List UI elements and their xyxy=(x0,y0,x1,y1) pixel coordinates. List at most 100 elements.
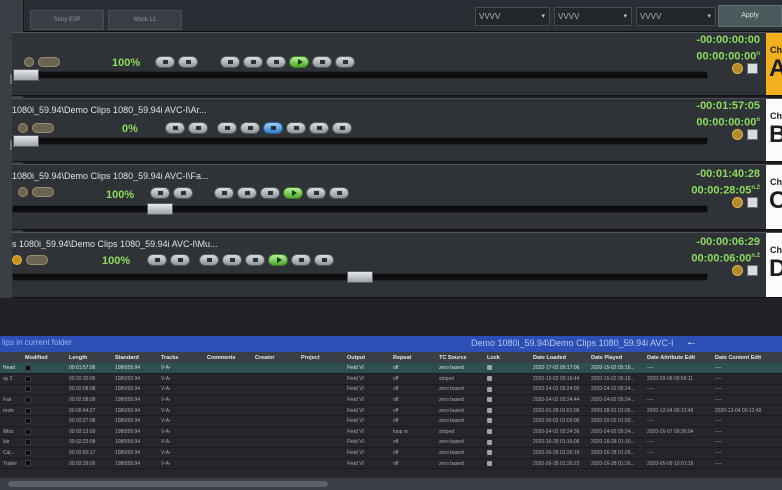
mark-in-button[interactable] xyxy=(155,56,175,68)
table-row[interactable]: Fair 00:02:08:08 1080/59.94 V-A- Field VI off… xyxy=(0,394,782,406)
scrub-handle[interactable] xyxy=(147,203,173,215)
lock-icon[interactable] xyxy=(487,450,492,456)
channel-label-a[interactable]: Ch A xyxy=(766,33,782,95)
play-button[interactable] xyxy=(283,187,303,199)
status-dot-icon[interactable] xyxy=(18,187,28,197)
play-button[interactable] xyxy=(268,254,288,266)
scrub-bar[interactable] xyxy=(12,203,708,215)
table-row[interactable]: rests 00:06:44:27 1080/59.94 V-A- Field VI of… xyxy=(0,405,782,417)
step-back-button[interactable] xyxy=(240,122,260,134)
channel-label-d[interactable]: Ch D xyxy=(766,233,782,297)
column-header[interactable]: Tracks xyxy=(158,352,204,363)
column-header[interactable]: Modified xyxy=(22,352,66,363)
status-dot-icon[interactable] xyxy=(18,123,28,133)
modified-checkbox[interactable] xyxy=(25,449,31,456)
record-button[interactable] xyxy=(314,254,334,266)
settings-dot-icon[interactable] xyxy=(732,197,743,208)
mark-in-button[interactable] xyxy=(150,187,170,199)
mark-out-button[interactable] xyxy=(178,56,198,68)
status-dot-icon[interactable] xyxy=(24,57,34,67)
format-select-1[interactable]: VVVV ▾ xyxy=(475,7,550,26)
table-row[interactable]: Mtra 00:02:13:00 1080/59.94 V-A- Field VI loo… xyxy=(0,426,782,438)
mode-pill-icon[interactable] xyxy=(26,255,48,265)
mode-pill-icon[interactable] xyxy=(32,123,54,133)
mark-out-button[interactable] xyxy=(188,122,208,134)
scrollbar-thumb[interactable] xyxy=(8,481,328,487)
stop-button[interactable] xyxy=(263,122,283,134)
modified-checkbox[interactable] xyxy=(25,460,31,467)
modified-checkbox[interactable] xyxy=(25,428,31,435)
modified-checkbox[interactable] xyxy=(25,375,31,382)
column-header[interactable]: Date Attribute Edit xyxy=(644,352,712,363)
lock-icon[interactable] xyxy=(487,397,492,403)
table-row[interactable]: lair 00:02:23:08 1080/59.94 V-A- Field VI off… xyxy=(0,437,782,449)
table-row[interactable]: ay 2 00:02:30:06 1080/59.94 V-A- Field VI off… xyxy=(0,373,782,385)
table-row[interactable]: Cal... 00:02:50:17 1080/59.94 V-A- Field VI o… xyxy=(0,447,782,459)
edit-icon[interactable] xyxy=(747,129,758,140)
column-header[interactable]: TC Source xyxy=(436,352,484,363)
stop-button[interactable] xyxy=(266,56,286,68)
modified-checkbox[interactable] xyxy=(25,439,31,446)
column-header[interactable]: Creator xyxy=(252,352,298,363)
format-select-2[interactable]: VVVV ▾ xyxy=(554,7,632,26)
rewind-button[interactable] xyxy=(199,254,219,266)
play-button[interactable] xyxy=(289,56,309,68)
record-button[interactable] xyxy=(329,187,349,199)
column-header[interactable]: Length xyxy=(66,352,112,363)
stop-button[interactable] xyxy=(260,187,280,199)
scrub-bar[interactable] xyxy=(12,135,708,147)
table-scrollbar[interactable] xyxy=(0,478,782,490)
rewind-button[interactable] xyxy=(217,122,237,134)
edit-icon[interactable] xyxy=(747,265,758,276)
column-header[interactable] xyxy=(0,352,22,363)
scrub-handle[interactable] xyxy=(13,69,39,81)
lock-icon[interactable] xyxy=(487,407,492,413)
settings-dot-icon[interactable] xyxy=(732,129,743,140)
mode-pill-icon[interactable] xyxy=(32,187,54,197)
preset-tab-1[interactable]: Sony E3P xyxy=(30,10,104,30)
channel-label-c[interactable]: Ch C xyxy=(766,165,782,229)
scrub-handle[interactable] xyxy=(13,135,39,147)
channel-label-b[interactable]: Ch B xyxy=(766,99,782,161)
lock-icon[interactable] xyxy=(487,365,492,371)
step-back-button[interactable] xyxy=(222,254,242,266)
column-header[interactable]: Project xyxy=(298,352,344,363)
scrub-bar[interactable] xyxy=(12,69,708,81)
edit-icon[interactable] xyxy=(747,197,758,208)
preset-tab-2[interactable]: Mock L1 xyxy=(108,10,182,30)
column-header[interactable]: Date Played xyxy=(588,352,644,363)
step-forward-button[interactable] xyxy=(312,56,332,68)
lock-icon[interactable] xyxy=(487,386,492,392)
status-dot-icon[interactable] xyxy=(12,255,22,265)
rewind-button[interactable] xyxy=(220,56,240,68)
record-button[interactable] xyxy=(335,56,355,68)
modified-checkbox[interactable] xyxy=(25,418,31,425)
table-row[interactable]: Head 00:01:57:06 1080/59.94 V-A- Field VI off… xyxy=(0,363,782,375)
mark-in-button[interactable] xyxy=(147,254,167,266)
step-forward-button[interactable] xyxy=(306,187,326,199)
rewind-button[interactable] xyxy=(214,187,234,199)
column-header[interactable]: Lock xyxy=(484,352,530,363)
lock-icon[interactable] xyxy=(487,376,492,382)
stop-button[interactable] xyxy=(245,254,265,266)
lock-icon[interactable] xyxy=(487,460,492,466)
edit-icon[interactable] xyxy=(747,63,758,74)
settings-dot-icon[interactable] xyxy=(732,63,743,74)
table-row[interactable]: 00:02:08:08 1080/59.94 V-A- Field VI off zero… xyxy=(0,384,782,396)
mode-pill-icon[interactable] xyxy=(38,57,60,67)
lock-icon[interactable] xyxy=(487,439,492,445)
step-forward-button[interactable] xyxy=(291,254,311,266)
modified-checkbox[interactable] xyxy=(25,396,31,403)
back-arrow-icon[interactable]: ← xyxy=(686,336,697,348)
step-back-button[interactable] xyxy=(243,56,263,68)
table-row[interactable]: Trailer 00:02:29:06 1080/59.94 V-A- Field VI… xyxy=(0,458,782,470)
apply-button[interactable]: Apply xyxy=(718,5,782,27)
settings-dot-icon[interactable] xyxy=(732,265,743,276)
column-header[interactable]: Date Content Edit xyxy=(712,352,782,363)
modified-checkbox[interactable] xyxy=(25,407,31,414)
column-header[interactable]: Standard xyxy=(112,352,158,363)
mark-out-button[interactable] xyxy=(173,187,193,199)
format-select-3[interactable]: VVVV ▾ xyxy=(636,7,716,26)
modified-checkbox[interactable] xyxy=(25,364,31,371)
column-header[interactable]: Date Loaded xyxy=(530,352,588,363)
